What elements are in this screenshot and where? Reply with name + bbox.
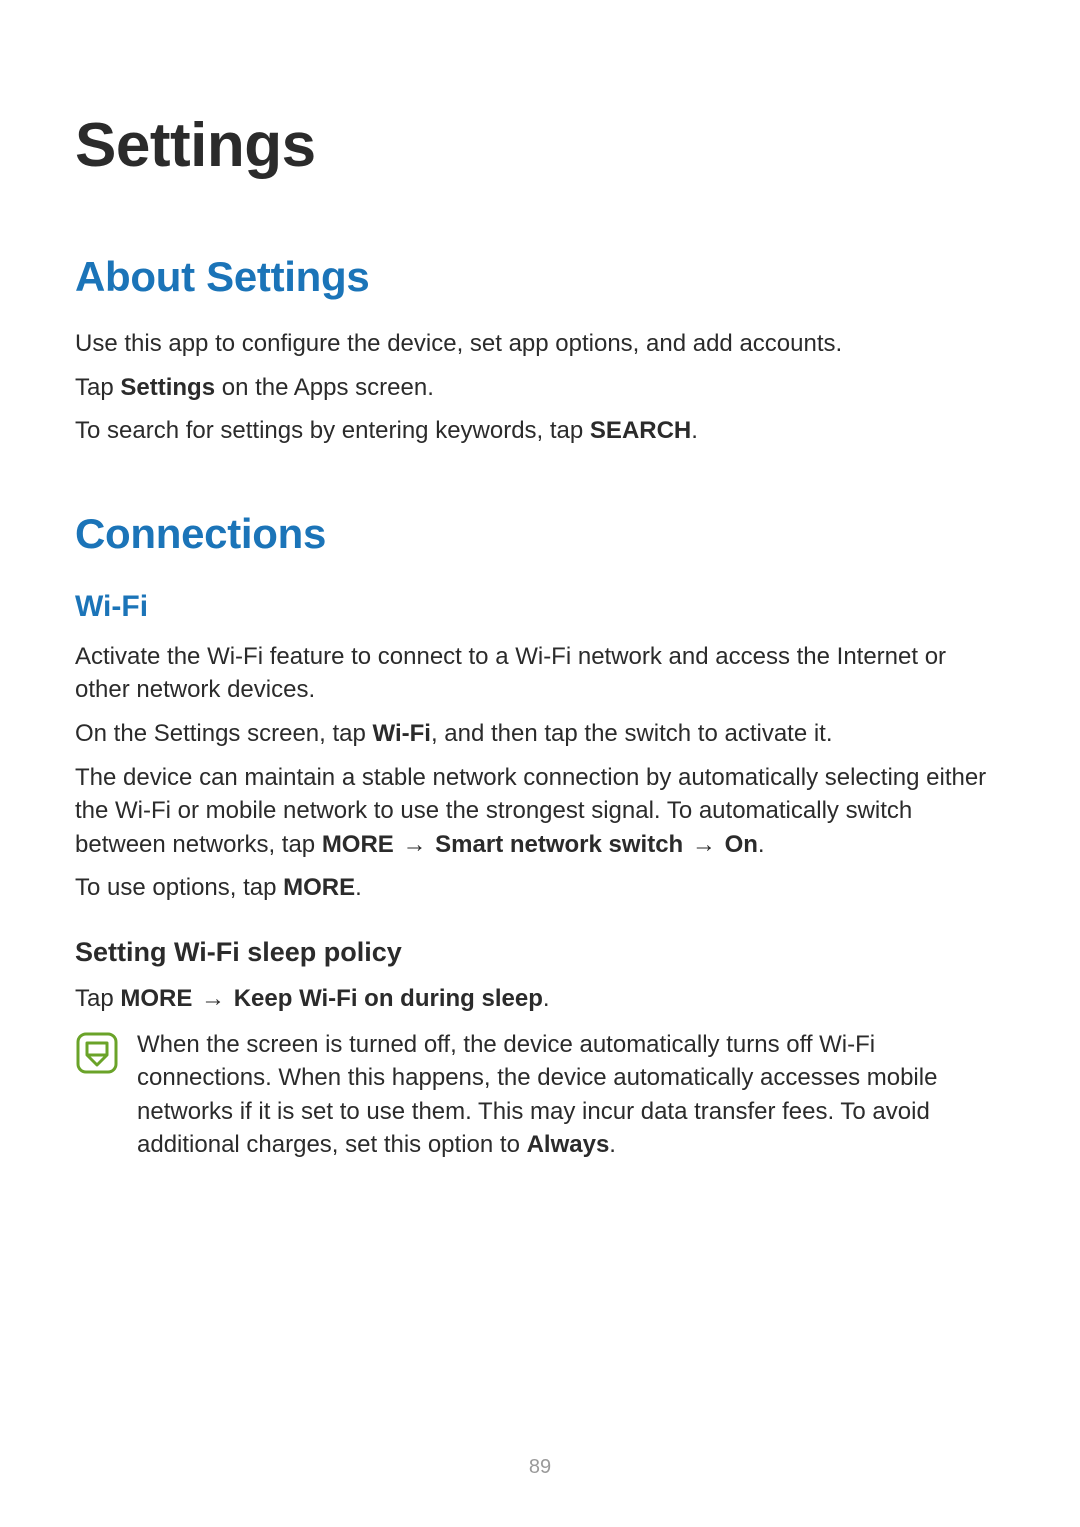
arrow-icon: → [396, 831, 433, 858]
note-paragraph: When the screen is turned off, the devic… [137, 1028, 1005, 1162]
bold-more-2: MORE [283, 874, 355, 901]
bold-keep-wifi-on: Keep Wi-Fi on during sleep [234, 985, 543, 1012]
text-run: Tap [75, 985, 120, 1012]
subsection-heading-wifi: Wi-Fi [75, 590, 1005, 624]
bold-on: On [725, 831, 758, 858]
text-run: On the Settings screen, tap [75, 720, 373, 747]
arrow-icon: → [194, 985, 231, 1012]
note-block: When the screen is turned off, the devic… [75, 1028, 1005, 1172]
text-run: Tap [75, 374, 120, 401]
text-run: To use options, tap [75, 874, 283, 901]
wifi-paragraph-2: On the Settings screen, tap Wi-Fi, and t… [75, 717, 1005, 751]
bold-smart-network-switch: Smart network switch [435, 831, 683, 858]
bold-wifi: Wi-Fi [373, 720, 431, 747]
section-heading-about: About Settings [75, 253, 1005, 301]
manual-page: Settings About Settings Use this app to … [0, 0, 1080, 1527]
bold-always: Always [527, 1131, 610, 1158]
text-run: . [691, 417, 698, 444]
page-number: 89 [0, 1456, 1080, 1479]
text-run: . [758, 831, 765, 858]
sleep-paragraph-1: Tap MORE → Keep Wi-Fi on during sleep. [75, 982, 1005, 1016]
about-paragraph-1: Use this app to configure the device, se… [75, 327, 1005, 361]
text-run: on the Apps screen. [215, 374, 434, 401]
wifi-paragraph-3: The device can maintain a stable network… [75, 761, 1005, 862]
text-run: . [543, 985, 550, 1012]
section-heading-connections: Connections [75, 510, 1005, 558]
arrow-icon: → [685, 831, 722, 858]
about-paragraph-2: Tap Settings on the Apps screen. [75, 371, 1005, 405]
about-paragraph-3: To search for settings by entering keywo… [75, 414, 1005, 448]
note-icon [75, 1031, 119, 1075]
bold-settings: Settings [120, 374, 215, 401]
page-title: Settings [75, 110, 1005, 181]
text-run: , and then tap the switch to activate it… [431, 720, 833, 747]
text-run: . [355, 874, 362, 901]
bold-search: SEARCH [590, 417, 691, 444]
subheading-sleep-policy: Setting Wi-Fi sleep policy [75, 937, 1005, 968]
bold-more-3: MORE [120, 985, 192, 1012]
wifi-paragraph-4: To use options, tap MORE. [75, 871, 1005, 905]
text-run: . [609, 1131, 616, 1158]
note-text: When the screen is turned off, the devic… [137, 1028, 1005, 1172]
text-run: To search for settings by entering keywo… [75, 417, 590, 444]
wifi-paragraph-1: Activate the Wi-Fi feature to connect to… [75, 640, 1005, 707]
bold-more-1: MORE [322, 831, 394, 858]
